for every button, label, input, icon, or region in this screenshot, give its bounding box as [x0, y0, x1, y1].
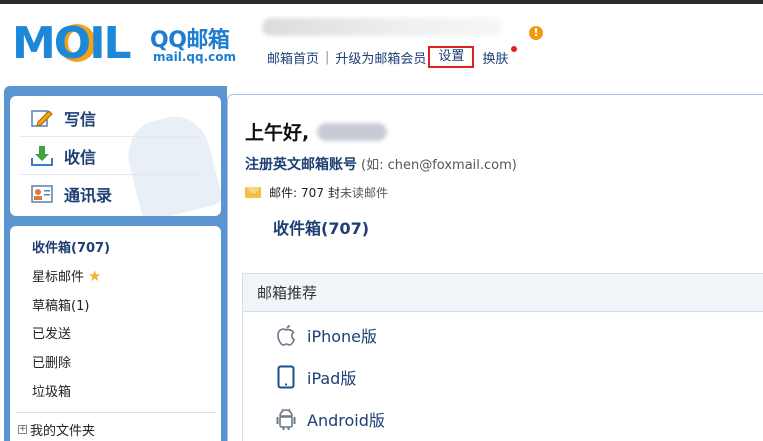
logo-url: mail.qq.com [153, 50, 236, 64]
qq-mail-logo[interactable]: MOIL QQ邮箱 mail.qq.com [12, 20, 247, 70]
nav-settings-link[interactable]: 设置 [428, 46, 475, 68]
nav-separator: | [325, 49, 330, 65]
rec-android-label: Android版 [307, 411, 385, 430]
compose-write-button[interactable]: 写信 [30, 106, 96, 130]
folder-sent[interactable]: 已发送 [32, 323, 71, 342]
folder-starred-label: 星标邮件 [32, 270, 85, 285]
expand-plus-icon: + [18, 424, 27, 434]
folder-trash-label: 垃圾箱 [32, 385, 72, 400]
nav-home-link[interactable]: 邮箱首页 [267, 48, 319, 67]
compose-contacts-button[interactable]: 通讯录 [30, 182, 112, 206]
nav-skin-link[interactable]: 换肤 [482, 52, 508, 67]
rec-iphone-label: iPhone版 [307, 327, 378, 346]
register-english-link[interactable]: 注册英文邮箱账号 [245, 154, 357, 174]
apple-icon [275, 322, 297, 348]
folder-drafts-label: 草稿箱(1) [32, 299, 90, 314]
android-icon [275, 406, 297, 432]
logo-brand: MOIL [12, 18, 132, 69]
header-nav: 邮箱首页 | 升级为邮箱会员 设置 换肤 [267, 45, 518, 68]
user-account-blurred [262, 18, 502, 36]
penguin-watermark-icon [120, 109, 221, 216]
compose-divider [20, 174, 200, 175]
envelope-icon [245, 187, 261, 198]
rec-iphone-link[interactable]: iPhone版 [275, 322, 377, 348]
folder-sent-label: 已发送 [32, 327, 72, 342]
star-icon: ★ [88, 266, 102, 285]
compose-panel: 写信 收信 通讯录 [10, 96, 221, 216]
compose-receive-button[interactable]: 收信 [30, 144, 96, 168]
nav-upgrade-link[interactable]: 升级为邮箱会员 [335, 48, 426, 67]
notice-alert-icon[interactable]: ! [529, 26, 543, 40]
folder-inbox-label: 收件箱(707) [32, 241, 111, 256]
greeting: 上午好, [245, 118, 388, 145]
compose-contacts-label: 通讯录 [64, 186, 113, 205]
folder-deleted[interactable]: 已删除 [32, 352, 71, 371]
inbox-link[interactable]: 收件箱(707) [273, 215, 369, 239]
nav-skin-wrap: 换肤 [482, 45, 518, 67]
recommend-panel: 邮箱推荐 iPhone版 iPad版 Android版 [242, 273, 763, 441]
compose-receive-label: 收信 [64, 148, 97, 167]
folder-starred[interactable]: 星标邮件 ★ [32, 266, 102, 286]
folder-deleted-label: 已删除 [32, 356, 72, 371]
skin-new-dot [511, 45, 518, 52]
folder-list-panel: 收件箱(707) 星标邮件 ★ 草稿箱(1) 已发送 已删除 垃圾箱 + 我的文… [10, 226, 221, 441]
folder-inbox[interactable]: 收件箱(707) [32, 237, 110, 256]
pencil-paper-icon [30, 107, 54, 129]
folder-divider [16, 412, 216, 413]
recommend-title: 邮箱推荐 [243, 274, 763, 312]
compose-divider [20, 136, 200, 137]
register-english-account: 注册英文邮箱账号 (如: chen@foxmail.com) [245, 154, 517, 174]
download-tray-icon [30, 145, 54, 167]
mail-count: 707 [301, 185, 324, 200]
register-hint: (如: chen@foxmail.com) [361, 158, 517, 173]
my-folders-toggle[interactable]: + 我的文件夹 [18, 420, 95, 439]
my-folders-label: 我的文件夹 [30, 424, 96, 439]
compose-write-label: 写信 [64, 110, 97, 129]
mail-label: 邮件: [269, 186, 298, 200]
contact-card-icon [30, 183, 54, 205]
top-dark-bar [0, 0, 763, 4]
rec-android-link[interactable]: Android版 [275, 406, 385, 432]
unread-label: 未读邮件 [339, 186, 388, 200]
folder-trash[interactable]: 垃圾箱 [32, 381, 71, 400]
mail-unit: 封 [327, 186, 340, 200]
tablet-icon [275, 364, 297, 390]
greeting-text: 上午好, [245, 122, 310, 144]
username-blurred [317, 122, 388, 141]
rec-ipad-link[interactable]: iPad版 [275, 364, 356, 390]
folder-drafts[interactable]: 草稿箱(1) [32, 295, 89, 314]
rec-ipad-label: iPad版 [307, 369, 357, 388]
mail-count-line: 邮件: 707 封 未读邮件 [245, 184, 388, 201]
